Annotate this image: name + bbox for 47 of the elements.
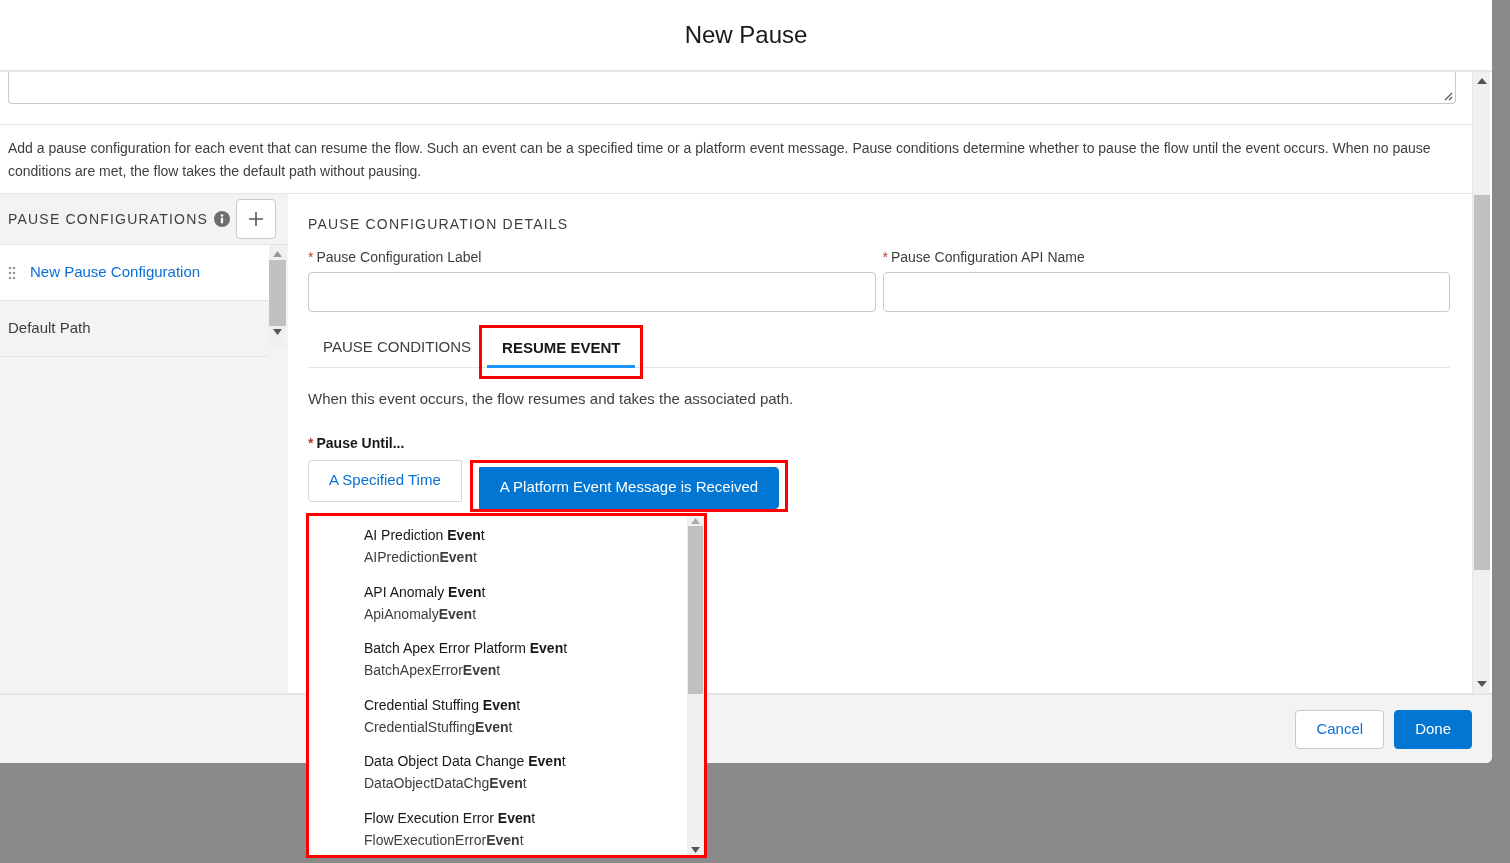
text-area[interactable] — [8, 72, 1456, 104]
scroll-down-icon[interactable] — [273, 329, 282, 335]
field-label: Pause Configuration API Name — [890, 249, 1085, 265]
scrollbar-thumb[interactable] — [1473, 195, 1490, 570]
helper-text: When this event occurs, the flow resumes and takes the associated path. — [308, 389, 795, 409]
option-label[interactable]: AI Prediction Event — [364, 524, 687, 546]
description-text: Add a pause configuration for each event that can resume the flow. Such an event can be a specified time or a platform event message. Pause conditions determine whether to pause the flow until the event occurs. When no pause conditions are met, the flow takes the default path without pausing. — [0, 124, 1472, 194]
resize-grip-icon — [1443, 91, 1453, 101]
section-heading: PAUSE CONFIGURATION DETAILS — [308, 215, 570, 234]
option-label[interactable]: API Anomaly Event — [364, 580, 687, 603]
field-label: Pause Until... — [316, 434, 405, 451]
option-api-name: AIPredictionEvent — [364, 548, 478, 567]
option-button[interactable]: A Platform Event Message is Received — [478, 466, 780, 509]
scroll-up-icon[interactable] — [1476, 78, 1487, 84]
section-heading: PAUSE CONFIGURATIONS — [8, 209, 209, 229]
option-api-name: CredentialStuffingEvent — [364, 717, 514, 737]
text-field[interactable] — [882, 272, 1450, 312]
option-api-name: BatchApexErrorEvent — [364, 661, 502, 680]
cancel-button[interactable]: Cancel — [1295, 709, 1385, 749]
drag-handle-icon[interactable] — [8, 265, 16, 280]
option-label[interactable]: Data Object Data Change Event — [364, 750, 687, 772]
scrollbar-thumb[interactable] — [269, 260, 286, 326]
add-button[interactable] — [236, 199, 277, 239]
tab[interactable]: PAUSE CONDITIONS — [323, 330, 472, 367]
option-api-name: FlowExecutionErrorEvent — [364, 830, 525, 850]
required-marker: * — [882, 249, 888, 265]
info-icon[interactable] — [214, 211, 231, 227]
required-marker: * — [308, 434, 314, 451]
tab[interactable]: RESUME EVENT — [487, 331, 636, 368]
sidebar-item-label: New Pause Configuration — [30, 262, 201, 283]
scroll-down-icon[interactable] — [691, 847, 700, 853]
option-label[interactable]: Flow Execution Error Event — [364, 806, 687, 829]
plus-icon — [248, 211, 265, 227]
option-api-name: DataObjectDataChgEvent — [364, 774, 528, 793]
option-api-name: ApiAnomalyEvent — [364, 604, 478, 624]
text-field[interactable] — [308, 272, 876, 312]
done-button[interactable]: Done — [1394, 709, 1472, 749]
sidebar-item[interactable]: New Pause Configuration — [0, 245, 269, 301]
option-label[interactable]: Batch Apex Error Platform Event — [364, 637, 687, 659]
field-label: Pause Configuration Label — [316, 249, 482, 265]
option-button[interactable]: A Specified Time — [308, 459, 462, 502]
option-label[interactable]: Credential Stuffing Event — [364, 693, 687, 716]
modal-title: New Pause — [684, 20, 808, 50]
required-marker: * — [308, 249, 314, 265]
sidebar-item-label: Default Path — [8, 318, 91, 339]
scrollbar-thumb[interactable] — [688, 526, 703, 694]
scroll-down-icon[interactable] — [1476, 681, 1487, 687]
